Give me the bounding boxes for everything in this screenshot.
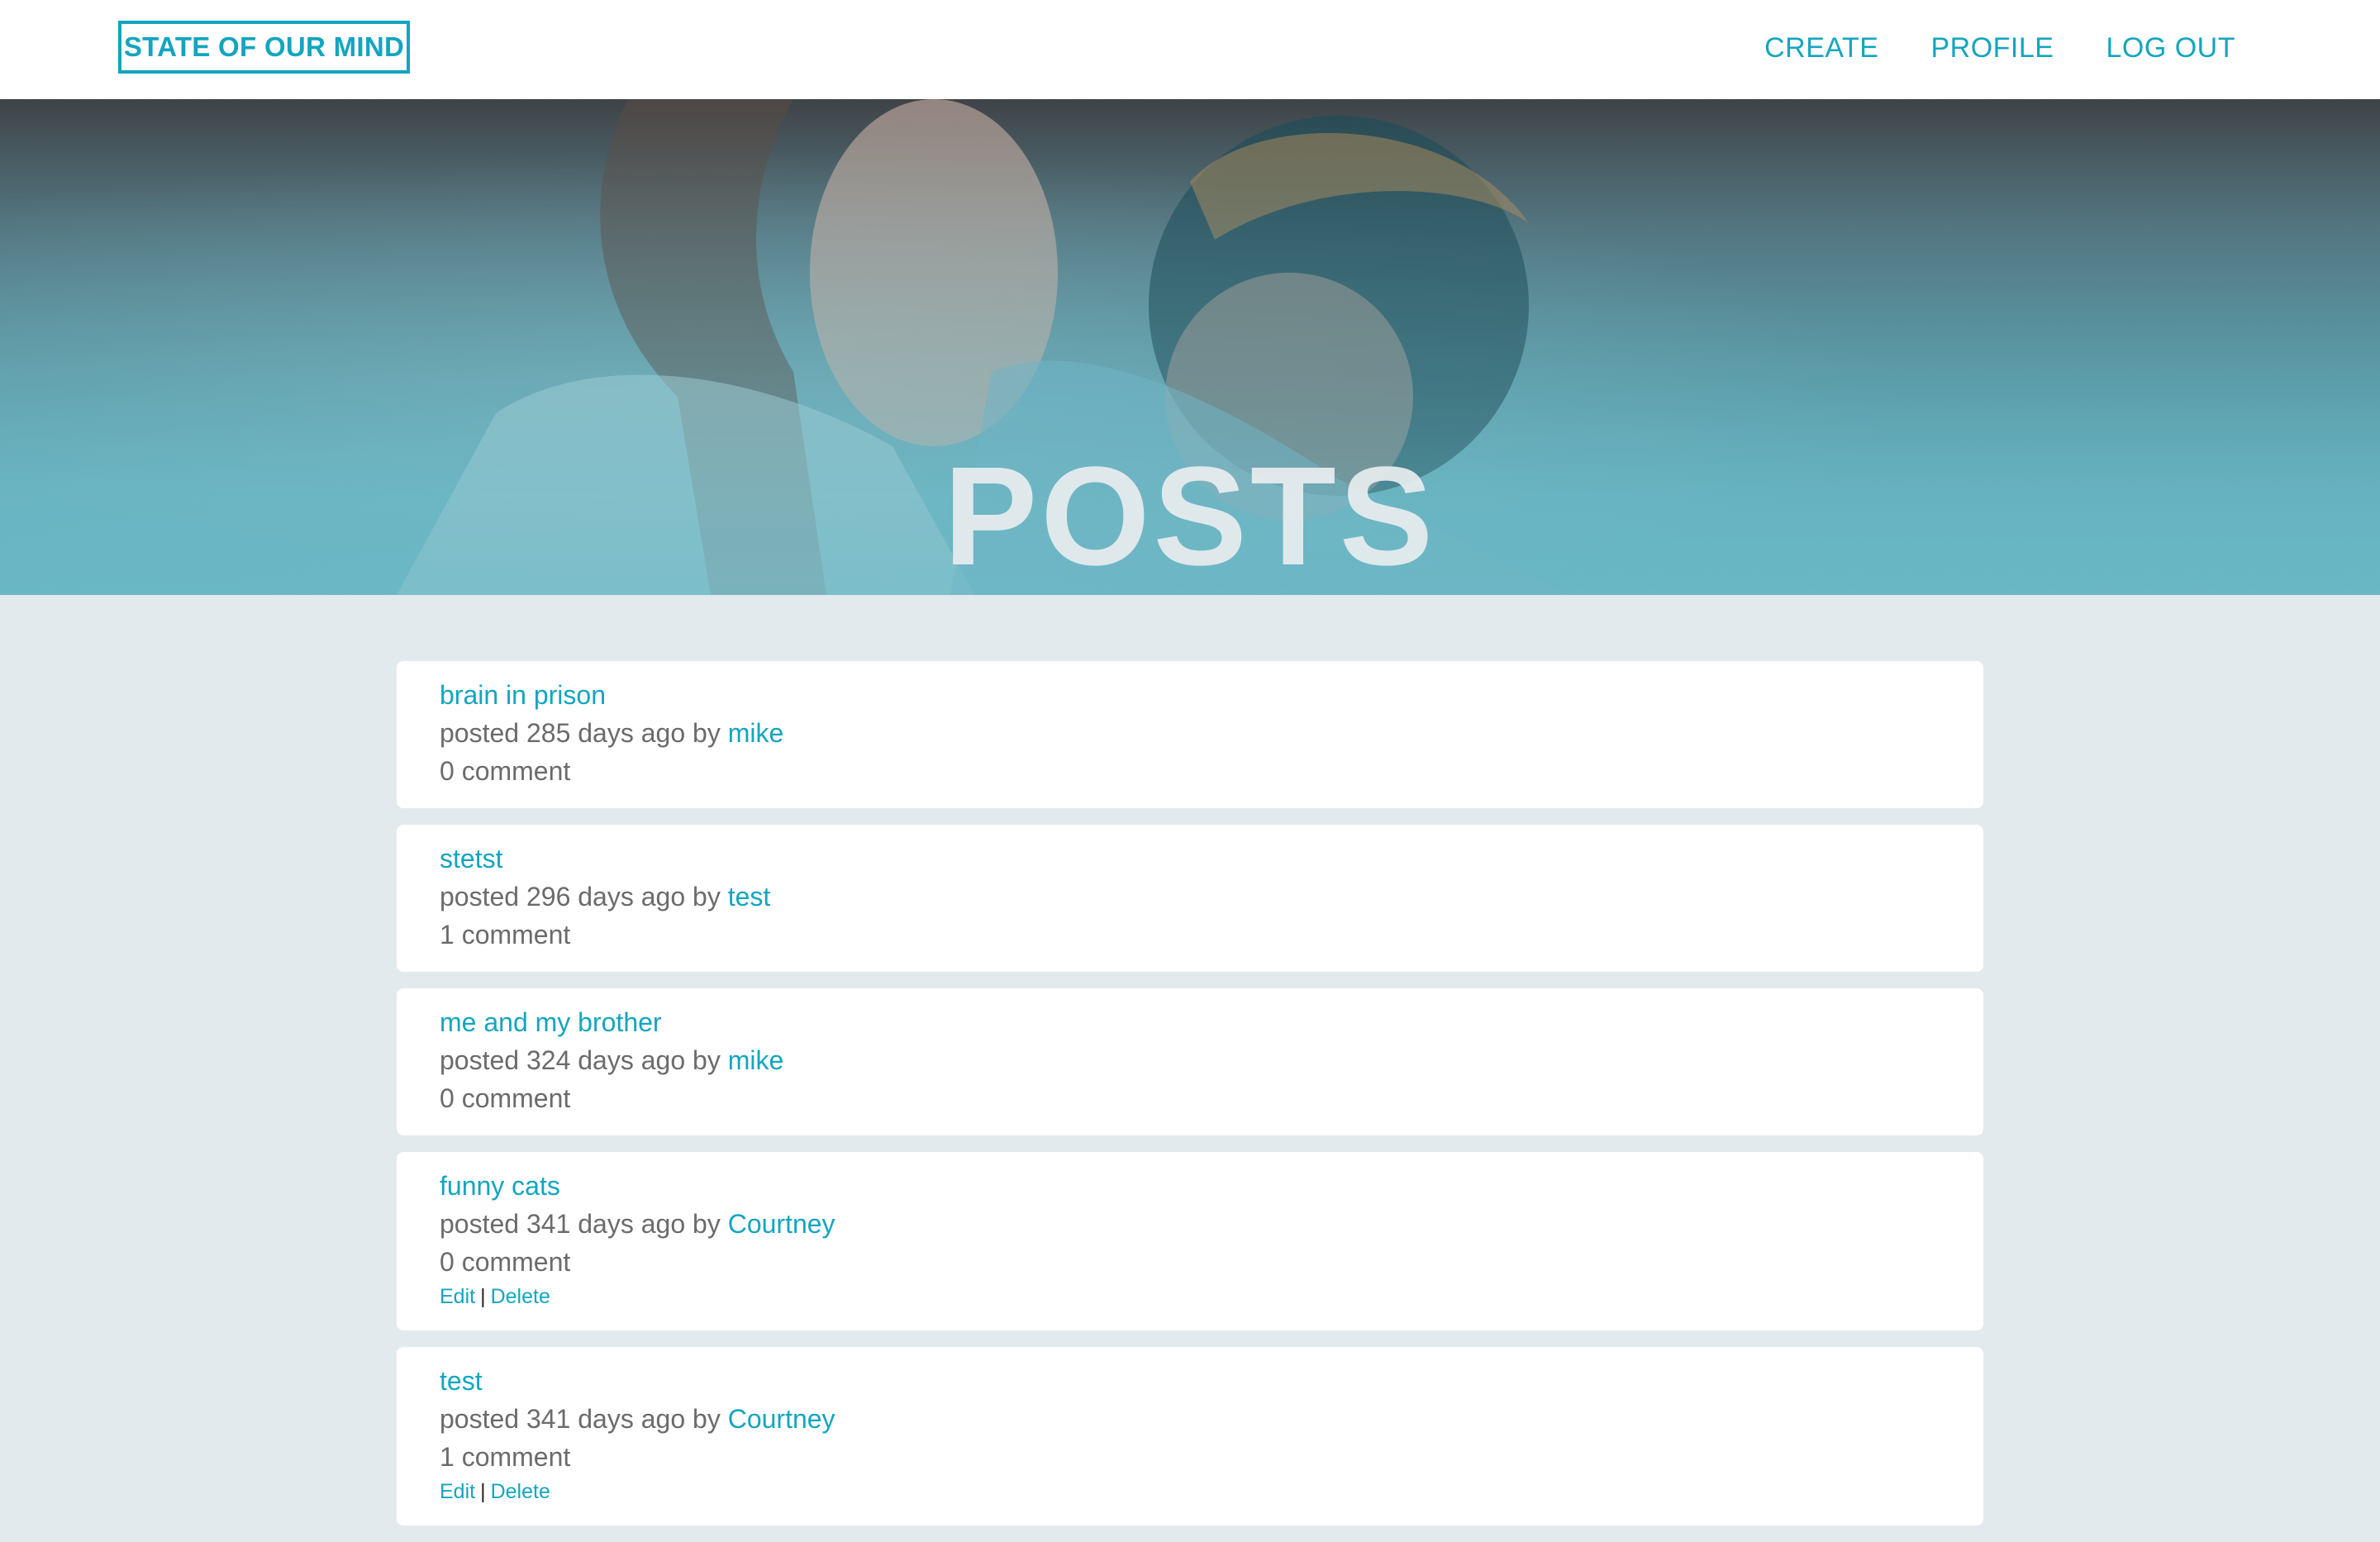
post-title-link[interactable]: brain in prison: [440, 676, 1940, 714]
post-meta-text: posted 285 days ago by: [440, 718, 728, 748]
post-meta: posted 341 days ago by Courtney: [440, 1400, 1940, 1438]
post-meta: posted 296 days ago by test: [440, 878, 1940, 916]
post-card: test posted 341 days ago by Courtney 1 c…: [397, 1347, 1983, 1525]
posts-list: brain in prison posted 285 days ago by m…: [397, 661, 1983, 1542]
post-title-link[interactable]: me and my brother: [440, 1003, 1940, 1041]
post-author-link[interactable]: Courtney: [728, 1404, 835, 1434]
post-comment-count: 0 comment: [440, 756, 571, 786]
action-separator: |: [480, 1285, 486, 1308]
post-author-link[interactable]: mike: [728, 718, 784, 748]
post-card: brain in prison posted 285 days ago by m…: [397, 661, 1983, 808]
edit-post-link[interactable]: Edit: [440, 1480, 475, 1503]
post-meta-text: posted 341 days ago by: [440, 1404, 728, 1434]
nav-profile-link[interactable]: PROFILE: [1930, 32, 2054, 64]
post-title-link[interactable]: test: [440, 1362, 1940, 1400]
post-card: funny cats posted 341 days ago by Courtn…: [397, 1152, 1983, 1330]
post-meta-text: posted 324 days ago by: [440, 1045, 728, 1075]
post-comment-count: 1 comment: [440, 1442, 571, 1472]
post-meta: posted 341 days ago by Courtney: [440, 1205, 1940, 1243]
post-author-link[interactable]: mike: [728, 1045, 784, 1075]
page-title: POSTS: [943, 438, 1437, 595]
post-comment-count: 1 comment: [440, 920, 571, 949]
hero-banner: POSTS: [0, 99, 2380, 595]
post-meta: posted 324 days ago by mike: [440, 1041, 1940, 1079]
nav-create-link[interactable]: CREATE: [1764, 32, 1878, 64]
post-card: me and my brother posted 324 days ago by…: [397, 988, 1983, 1135]
post-title-link[interactable]: funny cats: [440, 1167, 1940, 1205]
post-author-link[interactable]: Courtney: [728, 1209, 835, 1239]
delete-post-link[interactable]: Delete: [491, 1285, 550, 1308]
action-separator: |: [480, 1480, 486, 1503]
post-actions: Edit | Delete: [440, 1476, 1940, 1507]
post-title-link[interactable]: stetst: [440, 840, 1940, 878]
edit-post-link[interactable]: Edit: [440, 1285, 475, 1308]
post-comment-count: 0 comment: [440, 1247, 571, 1277]
top-navbar: STATE OF OUR MIND CREATE PROFILE LOG OUT: [0, 0, 2380, 99]
nav-logout-link[interactable]: LOG OUT: [2106, 32, 2235, 64]
post-meta: posted 285 days ago by mike: [440, 714, 1940, 752]
brand-logo-link[interactable]: STATE OF OUR MIND: [118, 21, 410, 74]
delete-post-link[interactable]: Delete: [491, 1480, 550, 1503]
post-meta-text: posted 296 days ago by: [440, 882, 728, 911]
post-actions: Edit | Delete: [440, 1281, 1940, 1312]
nav-links: CREATE PROFILE LOG OUT: [1764, 26, 2235, 69]
post-meta-text: posted 341 days ago by: [440, 1209, 728, 1239]
post-author-link[interactable]: test: [728, 882, 771, 911]
post-comment-count: 0 comment: [440, 1083, 571, 1113]
post-card: stetst posted 296 days ago by test 1 com…: [397, 825, 1983, 972]
